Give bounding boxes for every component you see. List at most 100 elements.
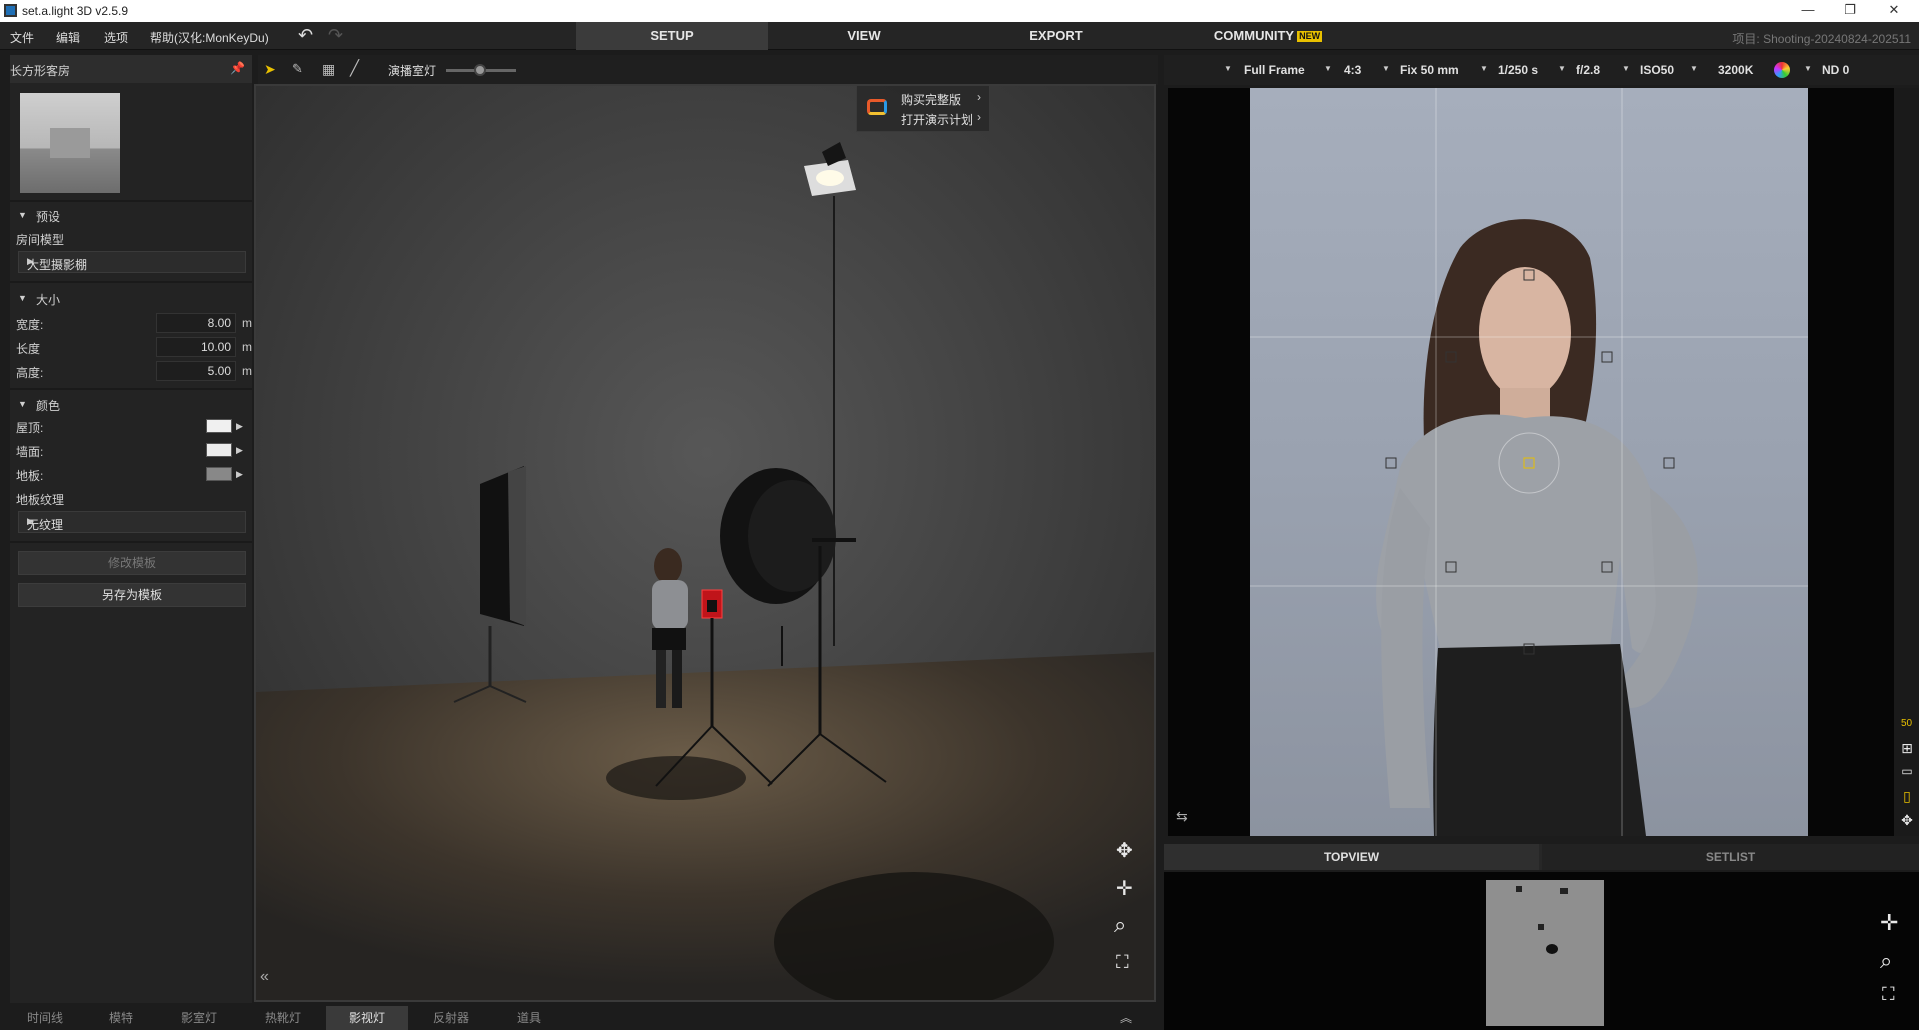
chevron-right-icon[interactable]: ▶ <box>236 445 243 456</box>
chevron-down-icon[interactable]: ▼ <box>1224 64 1232 73</box>
collapse-size-icon[interactable]: ▼ <box>18 293 27 303</box>
room-model-dropdown[interactable]: 大型摄影棚 ▶ <box>18 251 246 273</box>
fit-view-icon[interactable]: ⛶ <box>1116 952 1129 973</box>
collapse-preset-icon[interactable]: ▼ <box>18 210 27 220</box>
tab-view[interactable]: VIEW <box>768 22 960 50</box>
swap-icon[interactable]: ⇆ <box>1176 808 1188 825</box>
chevron-down-icon[interactable]: ▼ <box>1804 64 1812 73</box>
orbit-icon[interactable]: ✥ <box>1116 838 1133 863</box>
menu-help[interactable]: 帮助(汉化:MonKeyDu) <box>150 29 269 46</box>
pan-icon[interactable]: ✛ <box>1116 876 1133 901</box>
chevron-down-icon[interactable]: ▼ <box>1480 64 1488 73</box>
ceiling-color-swatch[interactable] <box>206 419 232 433</box>
right-bottom-tabs: TOPVIEW SETLIST <box>1164 844 1919 870</box>
aspect-ratio-select[interactable]: 4:3 <box>1344 63 1361 77</box>
length-input[interactable]: 10.00 <box>156 337 236 357</box>
tab-timeline[interactable]: 时间线 <box>4 1006 86 1030</box>
tab-topview[interactable]: TOPVIEW <box>1164 844 1539 870</box>
frame-icon[interactable]: ▯ <box>1896 788 1918 805</box>
color-section-title: 颜色 <box>36 399 61 413</box>
camera-preview-image[interactable] <box>1250 88 1808 836</box>
width-input[interactable]: 8.00 <box>156 313 236 333</box>
select-arrow-icon[interactable]: ➤ <box>264 61 276 78</box>
floor-color-swatch[interactable] <box>206 467 232 481</box>
collapse-color-icon[interactable]: ▼ <box>18 399 27 409</box>
minimize-icon[interactable]: — <box>1798 2 1818 20</box>
tab-export[interactable]: EXPORT <box>960 22 1152 50</box>
iso-select[interactable]: ISO50 <box>1640 63 1674 77</box>
edit-template-button[interactable]: 修改模板 <box>18 551 246 575</box>
topview-octabox-marker[interactable] <box>1546 944 1558 954</box>
floor-label: 地板: <box>16 469 44 483</box>
orbit-icon[interactable]: ✥ <box>1896 812 1918 829</box>
length-unit: m <box>242 340 252 354</box>
camera-screen <box>707 600 717 612</box>
setup-3d-viewport[interactable]: 购买完整版 › 打开演示计划 › ✥ ✛ ⌕ ⛶ « <box>254 84 1156 1002</box>
pin-icon[interactable]: 📌 <box>230 61 245 75</box>
tab-setlist[interactable]: SETLIST <box>1542 844 1919 870</box>
menu-file[interactable]: 文件 <box>10 29 34 46</box>
tab-studio-lights[interactable]: 影室灯 <box>158 1006 240 1030</box>
color-filter-icon[interactable] <box>1774 62 1790 78</box>
line-tool-icon[interactable]: ╱ <box>350 59 359 77</box>
chevron-right-icon[interactable]: ▶ <box>236 469 243 480</box>
aperture-select[interactable]: f/2.8 <box>1576 63 1600 77</box>
grid-icon[interactable]: ▦ <box>322 61 335 78</box>
tab-speedlights[interactable]: 热靴灯 <box>242 1006 324 1030</box>
shutter-select[interactable]: 1/250 s <box>1498 63 1538 77</box>
wall-color-swatch[interactable] <box>206 443 232 457</box>
close-icon[interactable]: ✕ <box>1884 2 1904 20</box>
topview-light-marker[interactable] <box>1538 924 1544 930</box>
width-unit: m <box>242 316 252 330</box>
collapse-left-icon[interactable]: « <box>260 968 269 986</box>
tab-community[interactable]: COMMUNITY NEW <box>1172 22 1364 50</box>
grid-toggle-icon[interactable]: ⊞ <box>1896 740 1918 757</box>
topview-map[interactable] <box>1486 880 1604 1026</box>
height-input[interactable]: 5.00 <box>156 361 236 381</box>
topview-light-marker[interactable] <box>1560 888 1568 894</box>
redo-icon[interactable]: ↷ <box>328 25 343 46</box>
chevron-down-icon[interactable]: ▼ <box>1690 64 1698 73</box>
chevron-down-icon[interactable]: ▼ <box>1324 64 1332 73</box>
room-light-slider-handle[interactable] <box>474 64 486 76</box>
panel-title: 长方形客房 <box>10 64 71 78</box>
open-demo-plan-link[interactable]: 打开演示计划 <box>901 111 973 128</box>
pan-icon[interactable]: ✛ <box>1880 910 1898 936</box>
measure-icon[interactable]: ✎ <box>292 61 303 77</box>
tab-continuous-lights[interactable]: 影视灯 <box>326 1006 408 1030</box>
menu-options[interactable]: 选项 <box>104 29 128 46</box>
restore-icon[interactable]: ❐ <box>1840 2 1860 20</box>
tab-setup[interactable]: SETUP <box>576 22 768 50</box>
white-balance-select[interactable]: 3200K <box>1718 63 1753 77</box>
topview-light-marker[interactable] <box>1516 886 1522 892</box>
ruler-icon[interactable]: ▭ <box>1896 764 1918 778</box>
expand-up-icon[interactable]: ︽ <box>1106 1006 1146 1030</box>
room-thumbnail[interactable] <box>20 93 120 193</box>
divider <box>10 388 252 390</box>
nd-filter-select[interactable]: ND 0 <box>1822 63 1849 77</box>
fit-view-icon[interactable]: ⛶ <box>1882 984 1895 1005</box>
model-leg <box>672 650 682 708</box>
chevron-right-icon[interactable]: ▶ <box>236 421 243 432</box>
tab-props[interactable]: 道具 <box>488 1006 570 1030</box>
divider <box>10 200 252 202</box>
promo-box: 购买完整版 › 打开演示计划 › <box>856 86 990 132</box>
tab-reflectors[interactable]: 反射器 <box>410 1006 492 1030</box>
chevron-down-icon[interactable]: ▼ <box>1382 64 1390 73</box>
zoom-icon[interactable]: ⌕ <box>1114 912 1126 938</box>
pose-handle <box>1385 457 1397 469</box>
chevron-right-icon: ▶ <box>27 256 34 266</box>
floor-texture-dropdown[interactable]: 无纹理 ▶ <box>18 511 246 533</box>
save-template-button[interactable]: 另存为模板 <box>18 583 246 607</box>
sensor-select[interactable]: Full Frame <box>1244 63 1305 77</box>
undo-icon[interactable]: ↶ <box>298 25 313 46</box>
lens-select[interactable]: Fix 50 mm <box>1400 63 1459 77</box>
topview-panel[interactable]: ✛ ⌕ ⛶ <box>1164 872 1919 1030</box>
width-label: 宽度: <box>16 318 44 332</box>
menu-edit[interactable]: 编辑 <box>56 29 80 46</box>
zoom-icon[interactable]: ⌕ <box>1880 948 1892 974</box>
buy-full-version-link[interactable]: 购买完整版 <box>901 91 961 108</box>
tab-models[interactable]: 模特 <box>80 1006 162 1030</box>
chevron-down-icon[interactable]: ▼ <box>1622 64 1630 73</box>
chevron-down-icon[interactable]: ▼ <box>1558 64 1566 73</box>
